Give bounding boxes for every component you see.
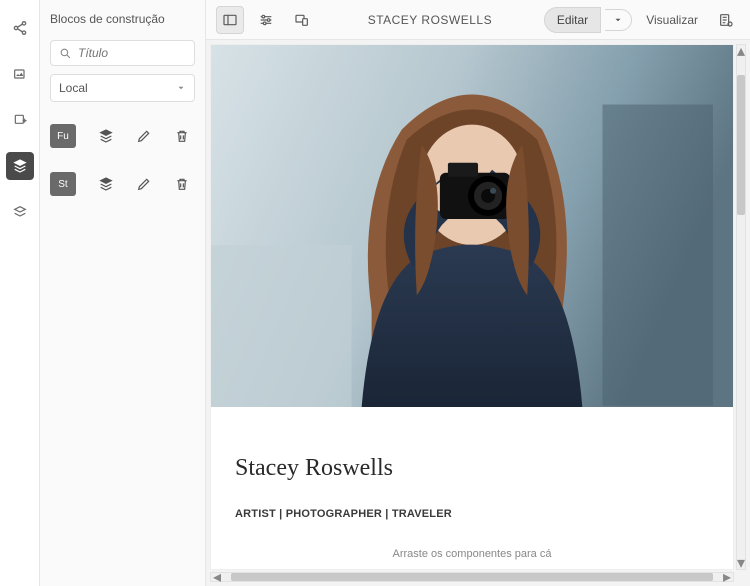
hero-image[interactable] (211, 45, 733, 407)
block-list: Fu St (50, 124, 195, 196)
chevron-down-icon (613, 15, 623, 25)
canvas-wrap: Stacey Roswells ARTIST | PHOTOGRAPHER | … (206, 40, 750, 586)
search-icon (59, 47, 72, 60)
component-dropzone[interactable]: Arraste os componentes para cá (235, 542, 709, 566)
device-emulator-icon[interactable] (288, 6, 316, 34)
block-item[interactable]: Fu (50, 124, 76, 148)
rail-asset-icon[interactable] (6, 60, 34, 88)
chevron-down-icon (176, 83, 186, 93)
stack-icon[interactable] (98, 128, 114, 144)
block-row: St (50, 172, 195, 196)
canvas[interactable]: Stacey Roswells ARTIST | PHOTOGRAPHER | … (210, 44, 734, 570)
page-subheading[interactable]: ARTIST | PHOTOGRAPHER | TRAVELER (235, 508, 709, 520)
rail-layers-icon[interactable] (6, 198, 34, 226)
scroll-left-arrow[interactable]: ◂ (211, 573, 223, 581)
preview-button[interactable]: Visualizar (636, 13, 708, 27)
scroll-up-arrow[interactable]: ▴ (737, 45, 745, 57)
edit-icon[interactable] (136, 176, 152, 192)
panel-title: Blocos de construção (50, 12, 195, 26)
page-properties-icon[interactable] (712, 6, 740, 34)
vertical-scrollbar[interactable]: ▴ ▾ (736, 44, 746, 570)
side-panel: Blocos de construção Local Fu St (40, 0, 206, 586)
left-rail (0, 0, 40, 586)
page-content: Stacey Roswells ARTIST | PHOTOGRAPHER | … (211, 45, 733, 570)
settings-sliders-icon[interactable] (252, 6, 280, 34)
stack-icon[interactable] (98, 176, 114, 192)
content-section: Stacey Roswells ARTIST | PHOTOGRAPHER | … (211, 407, 733, 570)
topbar-right: Editar Visualizar (544, 6, 740, 34)
rail-share-icon[interactable] (6, 14, 34, 42)
scope-select[interactable]: Local (50, 74, 195, 102)
main-area: STACEY ROSWELLS Editar Visualizar (206, 0, 750, 586)
edit-icon[interactable] (136, 128, 152, 144)
search-box[interactable] (50, 40, 195, 66)
topbar: STACEY ROSWELLS Editar Visualizar (206, 0, 750, 40)
scroll-right-arrow[interactable]: ▸ (721, 573, 733, 581)
horizontal-scrollbar[interactable]: ◂ ▸ (210, 572, 734, 582)
page-title-bar: STACEY ROSWELLS (316, 13, 544, 27)
edit-mode-chevron[interactable] (605, 9, 632, 31)
delete-icon[interactable] (174, 176, 190, 192)
scroll-down-arrow[interactable]: ▾ (737, 557, 745, 569)
edit-mode-button[interactable]: Editar (544, 7, 601, 33)
block-row: Fu (50, 124, 195, 148)
search-input[interactable] (78, 46, 186, 60)
scope-label: Local (59, 81, 88, 95)
app-root: Blocos de construção Local Fu St (0, 0, 750, 586)
page-heading[interactable]: Stacey Roswells (235, 455, 709, 482)
delete-icon[interactable] (174, 128, 190, 144)
topbar-left (216, 6, 316, 34)
vertical-scroll-thumb[interactable] (737, 75, 745, 215)
rail-add-component-icon[interactable] (6, 106, 34, 134)
block-item[interactable]: St (50, 172, 76, 196)
rail-blocks-icon[interactable] (6, 152, 34, 180)
horizontal-scroll-thumb[interactable] (231, 573, 713, 581)
toggle-panel-button[interactable] (216, 6, 244, 34)
